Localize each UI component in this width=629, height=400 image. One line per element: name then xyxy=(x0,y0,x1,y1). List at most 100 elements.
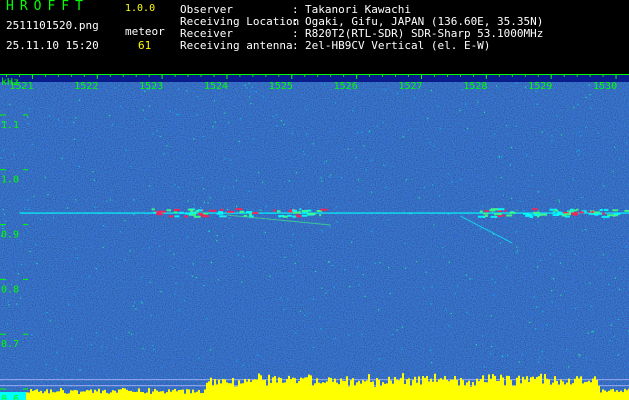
meteor-echo xyxy=(552,214,560,216)
noise-speck xyxy=(361,333,363,335)
noise-speck xyxy=(75,117,77,119)
noise-bar xyxy=(376,378,378,400)
noise-speck xyxy=(602,254,604,256)
noise-bar xyxy=(502,377,504,400)
noise-speck xyxy=(196,114,198,116)
noise-bar xyxy=(276,382,278,400)
noise-speck xyxy=(528,312,530,314)
file-name: 2511101520.png xyxy=(6,19,99,32)
noise-speck xyxy=(550,103,552,105)
noise-speck xyxy=(132,236,134,238)
noise-speck xyxy=(430,303,432,305)
noise-bar xyxy=(576,376,578,400)
noise-speck xyxy=(357,190,359,192)
noise-speck xyxy=(416,261,418,263)
noise-speck xyxy=(20,264,22,266)
x-tick-label: 1530 xyxy=(593,81,617,92)
noise-bar xyxy=(364,381,366,400)
noise-speck xyxy=(429,141,431,143)
noise-speck xyxy=(617,318,619,320)
noise-speck xyxy=(593,328,595,330)
y-tick-label: 1.1 xyxy=(1,120,19,131)
noise-speck xyxy=(331,265,334,267)
noise-speck xyxy=(482,205,484,207)
noise-bar xyxy=(200,393,202,400)
noise-speck xyxy=(152,133,154,135)
noise-speck xyxy=(539,259,542,261)
noise-speck xyxy=(481,335,483,337)
noise-speck xyxy=(533,296,535,298)
noise-bar xyxy=(428,381,430,400)
noise-speck xyxy=(182,158,184,161)
noise-speck xyxy=(576,150,578,152)
noise-speck xyxy=(344,268,346,271)
noise-bar xyxy=(46,389,48,400)
meteor-echo xyxy=(187,208,194,211)
noise-bar xyxy=(320,383,322,400)
meteor-echo xyxy=(239,210,245,213)
noise-speck xyxy=(384,97,386,100)
noise-bar xyxy=(168,389,170,400)
noise-bar xyxy=(68,393,70,400)
noise-speck xyxy=(3,149,5,151)
meteor-echo xyxy=(494,213,497,216)
noise-bar xyxy=(450,379,452,400)
noise-bar xyxy=(484,382,486,400)
noise-speck xyxy=(389,293,391,295)
noise-speck xyxy=(70,164,72,166)
noise-speck xyxy=(502,194,504,196)
noise-speck xyxy=(431,362,433,364)
noise-speck xyxy=(578,149,580,152)
noise-speck xyxy=(454,124,456,126)
noise-speck xyxy=(611,247,613,249)
x-tick-label: 1527 xyxy=(398,81,422,92)
noise-speck xyxy=(415,154,417,156)
noise-speck xyxy=(518,361,520,363)
noise-bar xyxy=(594,376,596,400)
noise-speck xyxy=(292,275,294,277)
noise-speck xyxy=(597,190,599,193)
noise-speck xyxy=(625,217,627,219)
noise-bar xyxy=(70,390,72,400)
noise-speck xyxy=(533,197,535,199)
noise-bar xyxy=(318,382,320,400)
noise-speck xyxy=(124,220,126,222)
noise-speck xyxy=(164,155,167,157)
meteor-echo xyxy=(602,212,606,215)
noise-speck xyxy=(475,344,478,346)
app-title: HROFFT xyxy=(6,0,89,14)
noise-bar xyxy=(494,376,496,400)
noise-bar xyxy=(482,375,484,400)
noise-speck xyxy=(553,109,556,111)
noise-speck xyxy=(541,350,544,353)
noise-speck xyxy=(527,120,529,122)
noise-speck xyxy=(508,209,510,212)
noise-speck xyxy=(71,338,73,340)
noise-speck xyxy=(588,84,590,86)
meteor-echo xyxy=(193,215,201,218)
meteor-echo xyxy=(173,211,178,214)
noise-speck xyxy=(278,237,280,239)
noise-speck xyxy=(44,138,46,140)
noise-speck xyxy=(439,128,441,130)
noise-speck xyxy=(269,275,271,277)
noise-speck xyxy=(429,146,431,148)
noise-bar xyxy=(232,378,234,400)
noise-speck xyxy=(304,314,306,316)
noise-speck xyxy=(132,222,134,224)
noise-speck xyxy=(272,262,274,264)
noise-speck xyxy=(252,89,254,91)
noise-speck xyxy=(536,103,538,105)
noise-speck xyxy=(551,290,553,292)
noise-speck xyxy=(531,174,533,176)
noise-speck xyxy=(423,287,425,289)
noise-bar xyxy=(24,392,26,400)
noise-bar xyxy=(500,374,502,400)
noise-speck xyxy=(112,124,114,126)
noise-bar xyxy=(518,375,520,400)
noise-speck xyxy=(569,333,571,335)
noise-bar xyxy=(384,383,386,400)
noise-speck xyxy=(193,138,195,140)
noise-speck xyxy=(66,207,69,209)
meteor-echo xyxy=(292,209,295,211)
